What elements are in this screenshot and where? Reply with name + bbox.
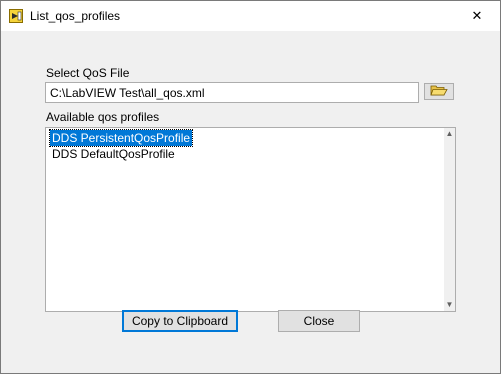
close-window-button[interactable]: ✕ [454, 1, 500, 31]
folder-open-icon [430, 84, 448, 99]
qos-profiles-listbox[interactable]: DDS PersistentQosProfile DDS DefaultQosP… [45, 127, 456, 312]
close-button[interactable]: Close [278, 310, 360, 332]
title-bar[interactable]: List_qos_profiles ✕ [1, 1, 500, 31]
dialog-window: List_qos_profiles ✕ Select QoS File Avai… [0, 0, 501, 374]
vertical-scrollbar[interactable]: ▲ ▼ [444, 128, 455, 311]
available-profiles-label: Available qos profiles [46, 110, 160, 124]
window-title: List_qos_profiles [30, 9, 121, 23]
close-icon: ✕ [471, 8, 483, 23]
qos-file-path-input[interactable] [45, 82, 419, 103]
labview-vi-icon [9, 9, 23, 23]
copy-to-clipboard-button[interactable]: Copy to Clipboard [122, 310, 238, 332]
browse-file-button[interactable] [424, 83, 454, 100]
scroll-up-icon[interactable]: ▲ [445, 129, 454, 139]
select-qos-file-label: Select QoS File [46, 66, 130, 80]
profile-list: DDS PersistentQosProfile DDS DefaultQosP… [48, 129, 194, 162]
dialog-content: Select QoS File Available qos profiles D… [1, 31, 500, 373]
list-item[interactable]: DDS DefaultQosProfile [50, 146, 192, 162]
scroll-down-icon[interactable]: ▼ [445, 300, 454, 310]
list-item[interactable]: DDS PersistentQosProfile [48, 129, 194, 147]
